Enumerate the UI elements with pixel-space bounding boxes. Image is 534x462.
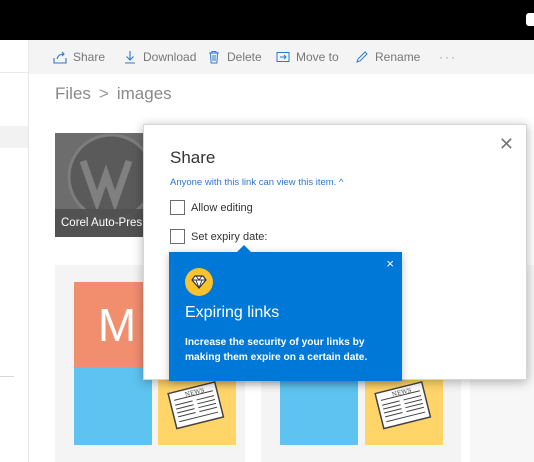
permission-toggle[interactable]: Anyone with this link can view this item… bbox=[170, 177, 343, 188]
rename-label: Rename bbox=[375, 50, 421, 64]
more-button[interactable]: ··· bbox=[439, 50, 457, 64]
top-bar bbox=[0, 0, 534, 40]
breadcrumb-current: images bbox=[116, 84, 172, 103]
more-icon: ··· bbox=[439, 50, 457, 64]
set-expiry-label: Set expiry date: bbox=[191, 230, 268, 243]
folder-tile[interactable]: Corel Auto-Pres bbox=[55, 133, 155, 237]
blue-thumbnail bbox=[74, 367, 152, 445]
newspaper-icon: NEWS bbox=[167, 381, 225, 430]
diamond-icon bbox=[185, 268, 213, 296]
nav-divider bbox=[0, 376, 14, 377]
allow-editing-checkbox[interactable] bbox=[170, 200, 185, 215]
app-launcher-icon[interactable] bbox=[526, 13, 534, 26]
callout-close-icon[interactable]: × bbox=[386, 257, 394, 270]
trash-icon bbox=[209, 51, 219, 64]
breadcrumb: Files > images bbox=[55, 84, 172, 104]
newspaper-icon: NEWS bbox=[374, 381, 432, 430]
move-to-label: Move to bbox=[296, 50, 339, 64]
command-bar: Share Download Delete Move to Rename ··· bbox=[29, 40, 534, 74]
folder-tile-caption: Corel Auto-Pres bbox=[55, 209, 155, 237]
close-icon[interactable]: ✕ bbox=[499, 135, 514, 153]
nav-divider bbox=[0, 72, 28, 73]
delete-button[interactable]: Delete bbox=[207, 50, 262, 64]
move-to-button[interactable]: Move to bbox=[276, 50, 339, 64]
delete-label: Delete bbox=[227, 50, 262, 64]
set-expiry-row[interactable]: Set expiry date: bbox=[170, 229, 267, 244]
permission-text: Anyone with this link can view this item… bbox=[170, 177, 337, 188]
expiring-links-callout: × Expiring links Increase the security o… bbox=[169, 245, 402, 381]
callout-body: Increase the security of your links by m… bbox=[185, 337, 368, 363]
move-icon bbox=[276, 52, 290, 62]
breadcrumb-files[interactable]: Files bbox=[55, 84, 91, 103]
share-button[interactable]: Share bbox=[53, 50, 105, 64]
download-button[interactable]: Download bbox=[123, 50, 196, 64]
dialog-title: Share bbox=[170, 148, 216, 167]
callout-beak bbox=[237, 245, 251, 252]
allow-editing-row[interactable]: Allow editing bbox=[170, 200, 253, 215]
callout-title: Expiring links bbox=[185, 304, 280, 321]
download-icon bbox=[125, 51, 135, 64]
pencil-icon bbox=[356, 51, 368, 63]
breadcrumb-separator: > bbox=[98, 84, 109, 103]
share-icon bbox=[53, 51, 67, 64]
left-nav bbox=[0, 40, 29, 462]
set-expiry-checkbox[interactable] bbox=[170, 229, 185, 244]
diamond-glyph bbox=[191, 275, 207, 289]
nav-selected-item[interactable] bbox=[0, 126, 28, 148]
rename-button[interactable]: Rename bbox=[355, 50, 420, 64]
chevron-up-icon: ^ bbox=[338, 177, 344, 188]
download-label: Download bbox=[143, 50, 197, 64]
allow-editing-label: Allow editing bbox=[191, 201, 253, 214]
share-label: Share bbox=[73, 50, 106, 64]
